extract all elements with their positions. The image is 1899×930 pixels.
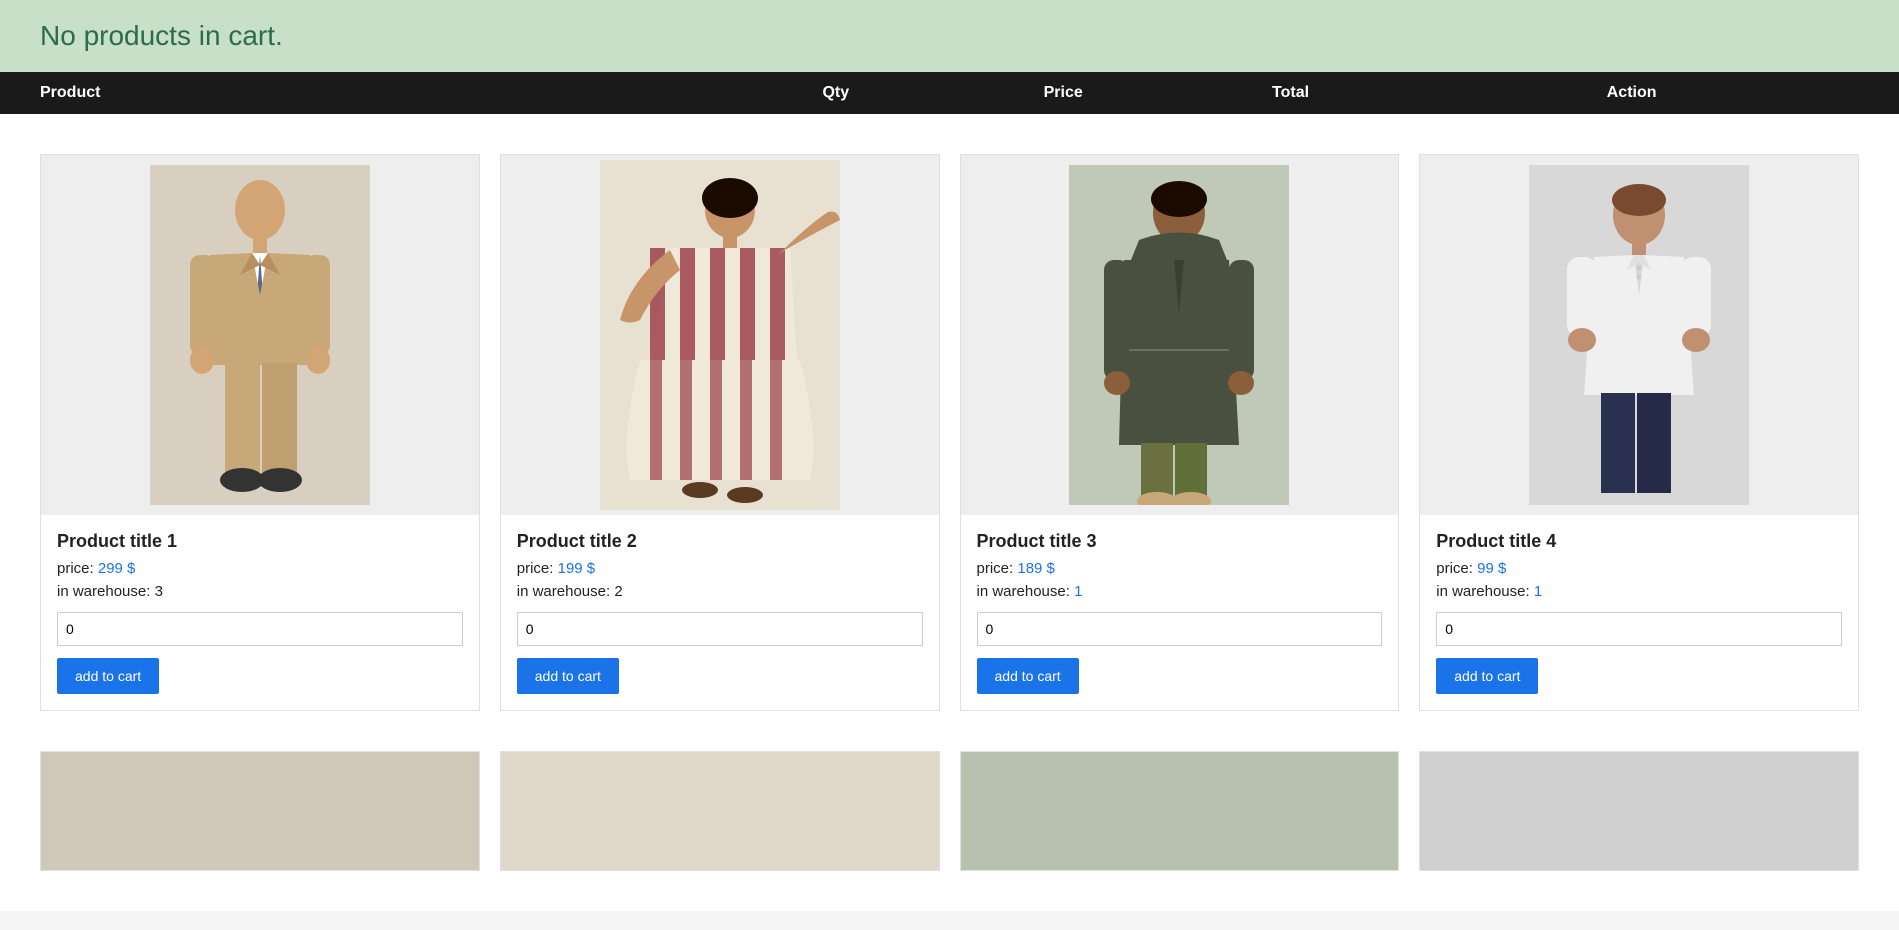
product-info-2: Product title 2 price: 199 $ in warehous… [501, 515, 939, 710]
add-to-cart-button-1[interactable]: add to cart [57, 658, 159, 694]
product-price-3: price: 189 $ [977, 560, 1383, 577]
header-action: Action [1404, 84, 1859, 102]
qty-input-1[interactable] [57, 612, 463, 646]
bottom-card-2 [500, 751, 940, 871]
warehouse-value-2: 2 [614, 583, 622, 600]
warehouse-value-3: 1 [1074, 583, 1082, 600]
bottom-card-1 [40, 751, 480, 871]
products-grid: Product title 1 price: 299 $ in warehous… [0, 114, 1899, 751]
product-info-4: Product title 4 price: 99 $ in warehouse… [1420, 515, 1858, 710]
warehouse-value-1: 3 [155, 583, 163, 600]
product-title-4: Product title 4 [1436, 531, 1842, 552]
product-warehouse-4: in warehouse: 1 [1436, 583, 1842, 600]
product-price-4: price: 99 $ [1436, 560, 1842, 577]
product-info-1: Product title 1 price: 299 $ in warehous… [41, 515, 479, 710]
qty-input-2[interactable] [517, 612, 923, 646]
product-image-2 [501, 155, 939, 515]
add-to-cart-button-3[interactable]: add to cart [977, 658, 1079, 694]
header-price: Price [950, 84, 1177, 102]
header-product: Product [40, 84, 722, 102]
header-qty: Qty [722, 84, 949, 102]
product-image-3 [961, 155, 1399, 515]
bottom-row [0, 751, 1899, 911]
product-card-4: Product title 4 price: 99 $ in warehouse… [1419, 154, 1859, 711]
product-card-2: Product title 2 price: 199 $ in warehous… [500, 154, 940, 711]
price-value-3: 189 $ [1017, 560, 1055, 577]
product-title-3: Product title 3 [977, 531, 1383, 552]
product-image-1 [41, 155, 479, 515]
product-image-4 [1420, 155, 1858, 515]
price-value-4: 99 $ [1477, 560, 1506, 577]
product-warehouse-2: in warehouse: 2 [517, 583, 923, 600]
product-warehouse-3: in warehouse: 1 [977, 583, 1383, 600]
product-info-3: Product title 3 price: 189 $ in warehous… [961, 515, 1399, 710]
price-value-2: 199 $ [558, 560, 596, 577]
product-card-1: Product title 1 price: 299 $ in warehous… [40, 154, 480, 711]
product-card-3: Product title 3 price: 189 $ in warehous… [960, 154, 1400, 711]
warehouse-value-4: 1 [1534, 583, 1542, 600]
cart-table-header: Product Qty Price Total Action [0, 72, 1899, 114]
price-value-1: 299 $ [98, 560, 136, 577]
product-title-1: Product title 1 [57, 531, 463, 552]
product-title-2: Product title 2 [517, 531, 923, 552]
add-to-cart-button-2[interactable]: add to cart [517, 658, 619, 694]
cart-notice-text: No products in cart. [40, 20, 283, 51]
product-warehouse-1: in warehouse: 3 [57, 583, 463, 600]
product-price-2: price: 199 $ [517, 560, 923, 577]
add-to-cart-button-4[interactable]: add to cart [1436, 658, 1538, 694]
qty-input-4[interactable] [1436, 612, 1842, 646]
cart-notice-banner: No products in cart. [0, 0, 1899, 72]
bottom-card-4 [1419, 751, 1859, 871]
product-price-1: price: 299 $ [57, 560, 463, 577]
qty-input-3[interactable] [977, 612, 1383, 646]
bottom-card-3 [960, 751, 1400, 871]
header-total: Total [1177, 84, 1404, 102]
